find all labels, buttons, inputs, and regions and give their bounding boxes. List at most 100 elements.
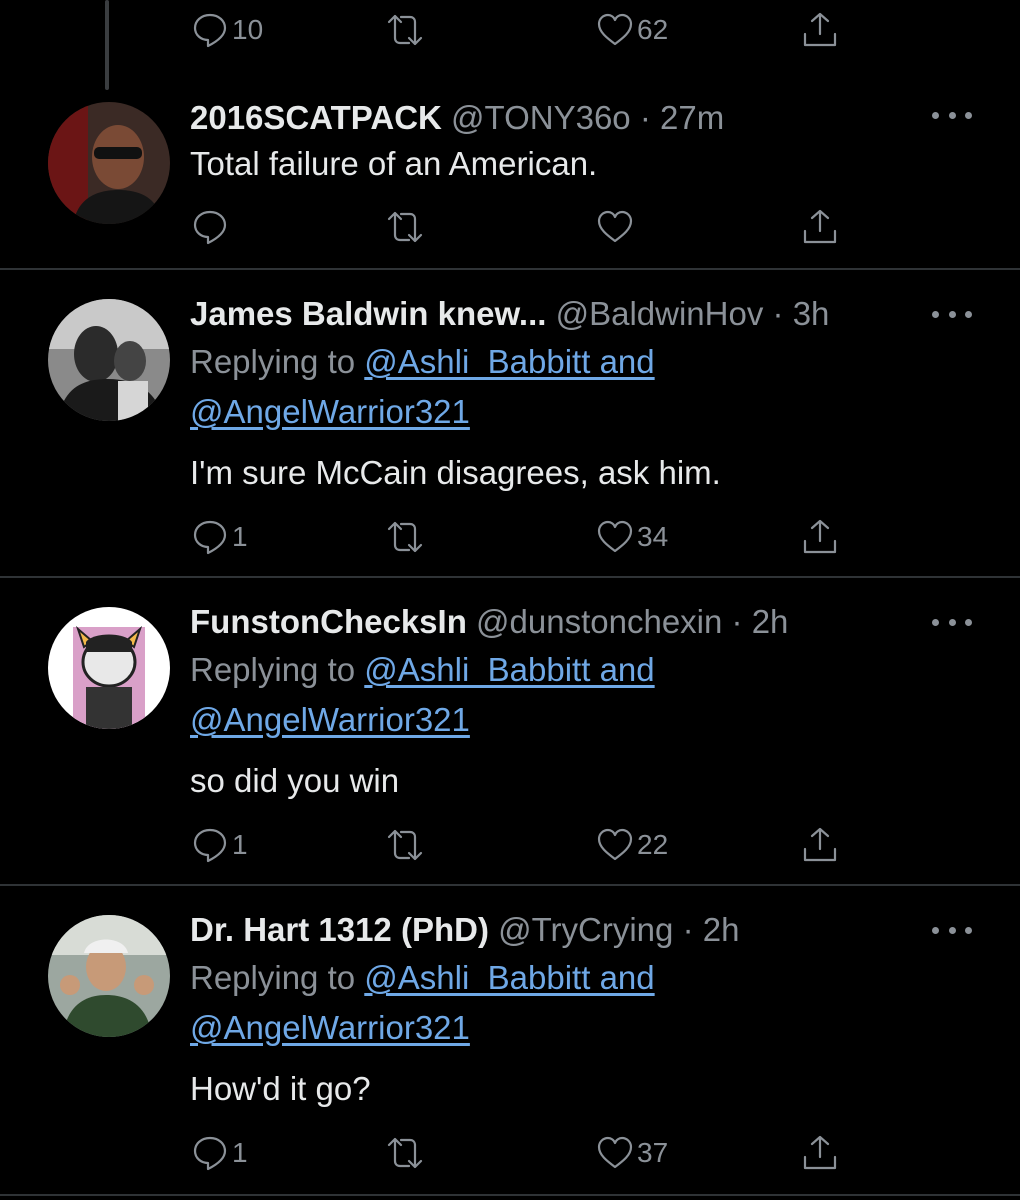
reply-button[interactable]: 1 bbox=[190, 512, 248, 562]
like-icon bbox=[595, 10, 635, 50]
display-name[interactable]: FunstonChecksIn bbox=[190, 603, 467, 640]
share-icon bbox=[800, 825, 840, 865]
replying-to: Replying to @Ashli_Babbitt and bbox=[190, 645, 655, 695]
tweet-header: Dr. Hart 1312 (PhD) @TryCrying · 2h bbox=[190, 910, 739, 950]
handle[interactable]: @TryCrying bbox=[498, 911, 673, 948]
replying-prefix: Replying to bbox=[190, 959, 356, 996]
share-icon bbox=[800, 10, 840, 50]
replying-to-line2: @AngelWarrior321 bbox=[190, 387, 470, 437]
reply-icon bbox=[190, 1133, 230, 1173]
display-name[interactable]: James Baldwin knew... bbox=[190, 295, 546, 332]
like-icon bbox=[595, 207, 635, 247]
tweet-action-bar bbox=[190, 202, 850, 252]
separator-dot: · bbox=[731, 603, 743, 640]
display-name[interactable]: Dr. Hart 1312 (PhD) bbox=[190, 911, 489, 948]
avatar[interactable] bbox=[48, 607, 170, 729]
reply-icon bbox=[190, 825, 230, 865]
replying-prefix: Replying to bbox=[190, 343, 356, 380]
display-name[interactable]: 2016SCATPACK bbox=[190, 99, 442, 136]
retweet-button[interactable] bbox=[385, 512, 427, 562]
reply-icon bbox=[190, 10, 230, 50]
divider bbox=[0, 1194, 1020, 1196]
mention-link[interactable]: @AngelWarrior321 bbox=[190, 1009, 470, 1046]
mention-link[interactable]: @Ashli_Babbitt and bbox=[364, 343, 654, 380]
tweet-text: I'm sure McCain disagrees, ask him. bbox=[190, 454, 721, 491]
tweet-text: Total failure of an American. bbox=[190, 145, 598, 182]
timestamp[interactable]: 2h bbox=[703, 911, 740, 948]
retweet-button[interactable] bbox=[385, 1128, 427, 1178]
tweet-action-bar: 1 34 bbox=[190, 512, 850, 562]
reply-button[interactable]: 10 bbox=[190, 5, 263, 55]
share-button[interactable] bbox=[800, 820, 840, 870]
like-button[interactable]: 37 bbox=[595, 1128, 668, 1178]
share-icon bbox=[800, 1133, 840, 1173]
reply-count: 1 bbox=[232, 1137, 248, 1168]
reply-button[interactable]: 1 bbox=[190, 820, 248, 870]
tweet-header: FunstonChecksIn @dunstonchexin · 2h bbox=[190, 602, 788, 642]
like-button[interactable]: 34 bbox=[595, 512, 668, 562]
tweet-text: How'd it go? bbox=[190, 1070, 371, 1107]
divider bbox=[0, 576, 1020, 578]
like-count: 22 bbox=[637, 829, 669, 860]
separator-dot: · bbox=[639, 99, 651, 136]
tweet-header: 2016SCATPACK @TONY36o · 27m bbox=[190, 98, 724, 138]
share-button[interactable] bbox=[800, 202, 840, 252]
reply-icon bbox=[190, 207, 230, 247]
reply-count: 1 bbox=[232, 521, 248, 552]
prev-tweet-action-bar: 10 62 bbox=[190, 5, 850, 55]
tweet-header: James Baldwin knew... @BaldwinHov · 3h bbox=[190, 294, 829, 334]
avatar[interactable] bbox=[48, 299, 170, 421]
handle[interactable]: @BaldwinHov bbox=[556, 295, 764, 332]
reply-button[interactable] bbox=[190, 202, 232, 252]
divider bbox=[0, 884, 1020, 886]
timestamp[interactable]: 27m bbox=[660, 99, 724, 136]
like-button[interactable] bbox=[595, 202, 637, 252]
retweet-icon bbox=[385, 207, 425, 247]
more-icon[interactable] bbox=[932, 105, 972, 125]
replying-prefix: Replying to bbox=[190, 651, 356, 688]
thread-connector-line bbox=[105, 0, 109, 90]
more-icon[interactable] bbox=[932, 920, 972, 940]
retweet-icon bbox=[385, 825, 425, 865]
like-button[interactable]: 22 bbox=[595, 820, 668, 870]
separator-dot: · bbox=[772, 295, 784, 332]
separator-dot: · bbox=[682, 911, 694, 948]
more-icon[interactable] bbox=[932, 304, 972, 324]
like-count: 62 bbox=[637, 14, 669, 45]
share-button[interactable] bbox=[800, 512, 840, 562]
timestamp[interactable]: 3h bbox=[793, 295, 830, 332]
mention-link[interactable]: @AngelWarrior321 bbox=[190, 393, 470, 430]
reply-button[interactable]: 1 bbox=[190, 1128, 248, 1178]
retweet-button[interactable] bbox=[385, 202, 427, 252]
retweet-button[interactable] bbox=[385, 5, 427, 55]
like-button[interactable]: 62 bbox=[595, 5, 668, 55]
reply-icon bbox=[190, 517, 230, 557]
timestamp[interactable]: 2h bbox=[752, 603, 789, 640]
handle[interactable]: @TONY36o bbox=[451, 99, 631, 136]
replying-to: Replying to @Ashli_Babbitt and bbox=[190, 953, 655, 1003]
mention-link[interactable]: @AngelWarrior321 bbox=[190, 701, 470, 738]
replying-to-line2: @AngelWarrior321 bbox=[190, 695, 470, 745]
reply-count: 1 bbox=[232, 829, 248, 860]
like-count: 34 bbox=[637, 521, 669, 552]
mention-link[interactable]: @Ashli_Babbitt and bbox=[364, 651, 654, 688]
mention-link[interactable]: @Ashli_Babbitt and bbox=[364, 959, 654, 996]
replying-to-line2: @AngelWarrior321 bbox=[190, 1003, 470, 1053]
share-button[interactable] bbox=[800, 1128, 840, 1178]
like-icon bbox=[595, 1133, 635, 1173]
share-icon bbox=[800, 517, 840, 557]
retweet-icon bbox=[385, 10, 425, 50]
avatar[interactable] bbox=[48, 102, 170, 224]
tweet-action-bar: 1 37 bbox=[190, 1128, 850, 1178]
like-icon bbox=[595, 517, 635, 557]
share-button[interactable] bbox=[800, 5, 840, 55]
tweet-action-bar: 1 22 bbox=[190, 820, 850, 870]
like-icon bbox=[595, 825, 635, 865]
avatar[interactable] bbox=[48, 915, 170, 1037]
retweet-icon bbox=[385, 1133, 425, 1173]
share-icon bbox=[800, 207, 840, 247]
retweet-button[interactable] bbox=[385, 820, 427, 870]
more-icon[interactable] bbox=[932, 612, 972, 632]
handle[interactable]: @dunstonchexin bbox=[476, 603, 722, 640]
like-count: 37 bbox=[637, 1137, 669, 1168]
